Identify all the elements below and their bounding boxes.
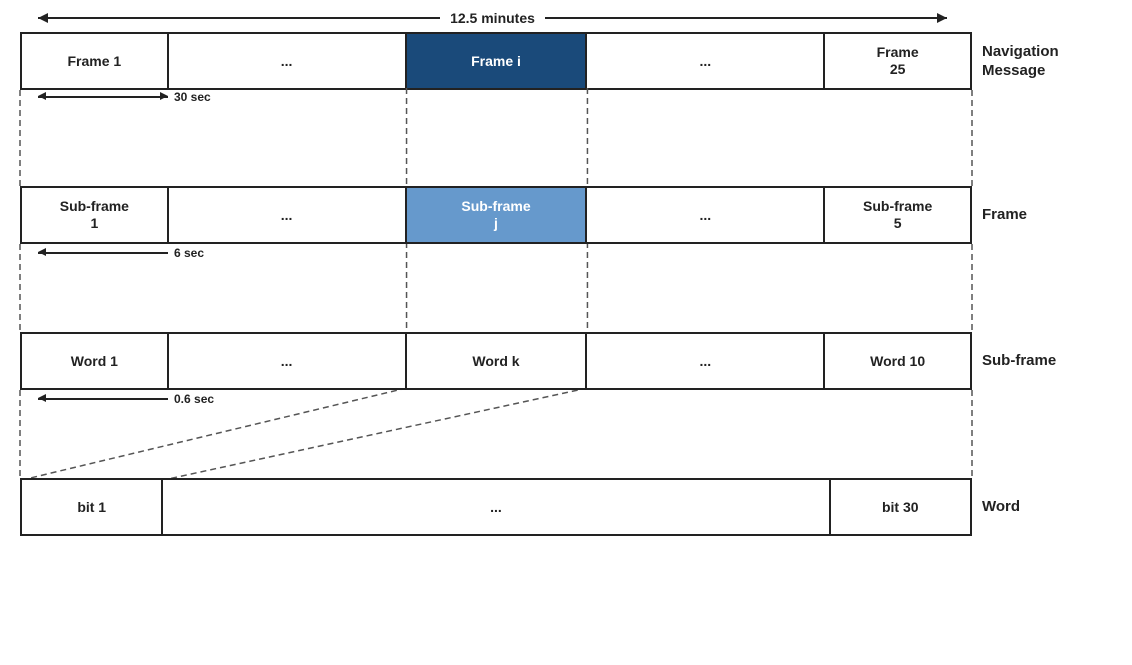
frame-arrow-left — [38, 252, 168, 254]
top-double-arrow: 12.5 minutes — [38, 10, 947, 26]
subframe-label: Sub-frame — [982, 351, 1112, 371]
top-arrow-label: 12.5 minutes — [440, 10, 545, 26]
navigation-label: NavigationMessage — [982, 42, 1112, 81]
cell-frame25: Frame25 — [825, 34, 970, 88]
top-arrow-row: 12.5 minutes — [38, 10, 947, 26]
frame-row: Sub-frame1 ... Sub-framej ... Sub-frame5… — [20, 186, 1112, 244]
nav-duration-label: 30 sec — [174, 90, 211, 104]
nav-duration-row: 30 sec — [38, 90, 1112, 104]
nav-arrow-left — [38, 96, 168, 98]
subframe-duration-arrow — [38, 398, 168, 400]
word-bar: bit 1 ... bit 30 — [20, 478, 972, 536]
cell-bit30: bit 30 — [831, 480, 970, 534]
frame-duration-row: 6 sec — [38, 246, 1112, 260]
subframe-arrow-left — [38, 398, 168, 400]
cell-dots-1: ... — [169, 34, 407, 88]
arrow-left-tip — [38, 17, 440, 19]
cell-dots-2: ... — [587, 34, 825, 88]
frame-label: Frame — [982, 205, 1112, 225]
navigation-bar: Frame 1 ... Frame i ... Frame25 — [20, 32, 972, 90]
cell-dots-6: ... — [587, 334, 825, 388]
cell-subframe-j: Sub-framej — [407, 188, 588, 242]
cell-bit1: bit 1 — [22, 480, 163, 534]
cell-dots-5: ... — [169, 334, 407, 388]
subframe-row: Word 1 ... Word k ... Word 10 Sub-frame — [20, 332, 1112, 390]
subframe-duration-row: 0.6 sec — [38, 392, 1112, 406]
cell-word1: Word 1 — [22, 334, 169, 388]
subframe-duration-label: 0.6 sec — [174, 392, 214, 406]
cell-dots-7: ... — [163, 480, 830, 534]
diagram-container: 12.5 minutes Frame 1 ... Frame i ... Fra… — [0, 0, 1132, 665]
cell-subframe5: Sub-frame5 — [825, 188, 970, 242]
nav-duration-arrow — [38, 96, 168, 98]
frame-bar: Sub-frame1 ... Sub-framej ... Sub-frame5 — [20, 186, 972, 244]
cell-frame1: Frame 1 — [22, 34, 169, 88]
cell-dots-3: ... — [169, 188, 407, 242]
word-row: bit 1 ... bit 30 Word — [20, 478, 1112, 536]
cell-frame-i: Frame i — [407, 34, 588, 88]
cell-word10: Word 10 — [825, 334, 970, 388]
cell-word-k: Word k — [407, 334, 588, 388]
frame-duration-label: 6 sec — [174, 246, 204, 260]
arrow-right-tip — [545, 17, 947, 19]
navigation-row: Frame 1 ... Frame i ... Frame25 Navigati… — [20, 32, 1112, 90]
subframe-bar: Word 1 ... Word k ... Word 10 — [20, 332, 972, 390]
cell-subframe1: Sub-frame1 — [22, 188, 169, 242]
word-label: Word — [982, 497, 1112, 517]
frame-duration-arrow — [38, 252, 168, 254]
cell-dots-4: ... — [587, 188, 825, 242]
